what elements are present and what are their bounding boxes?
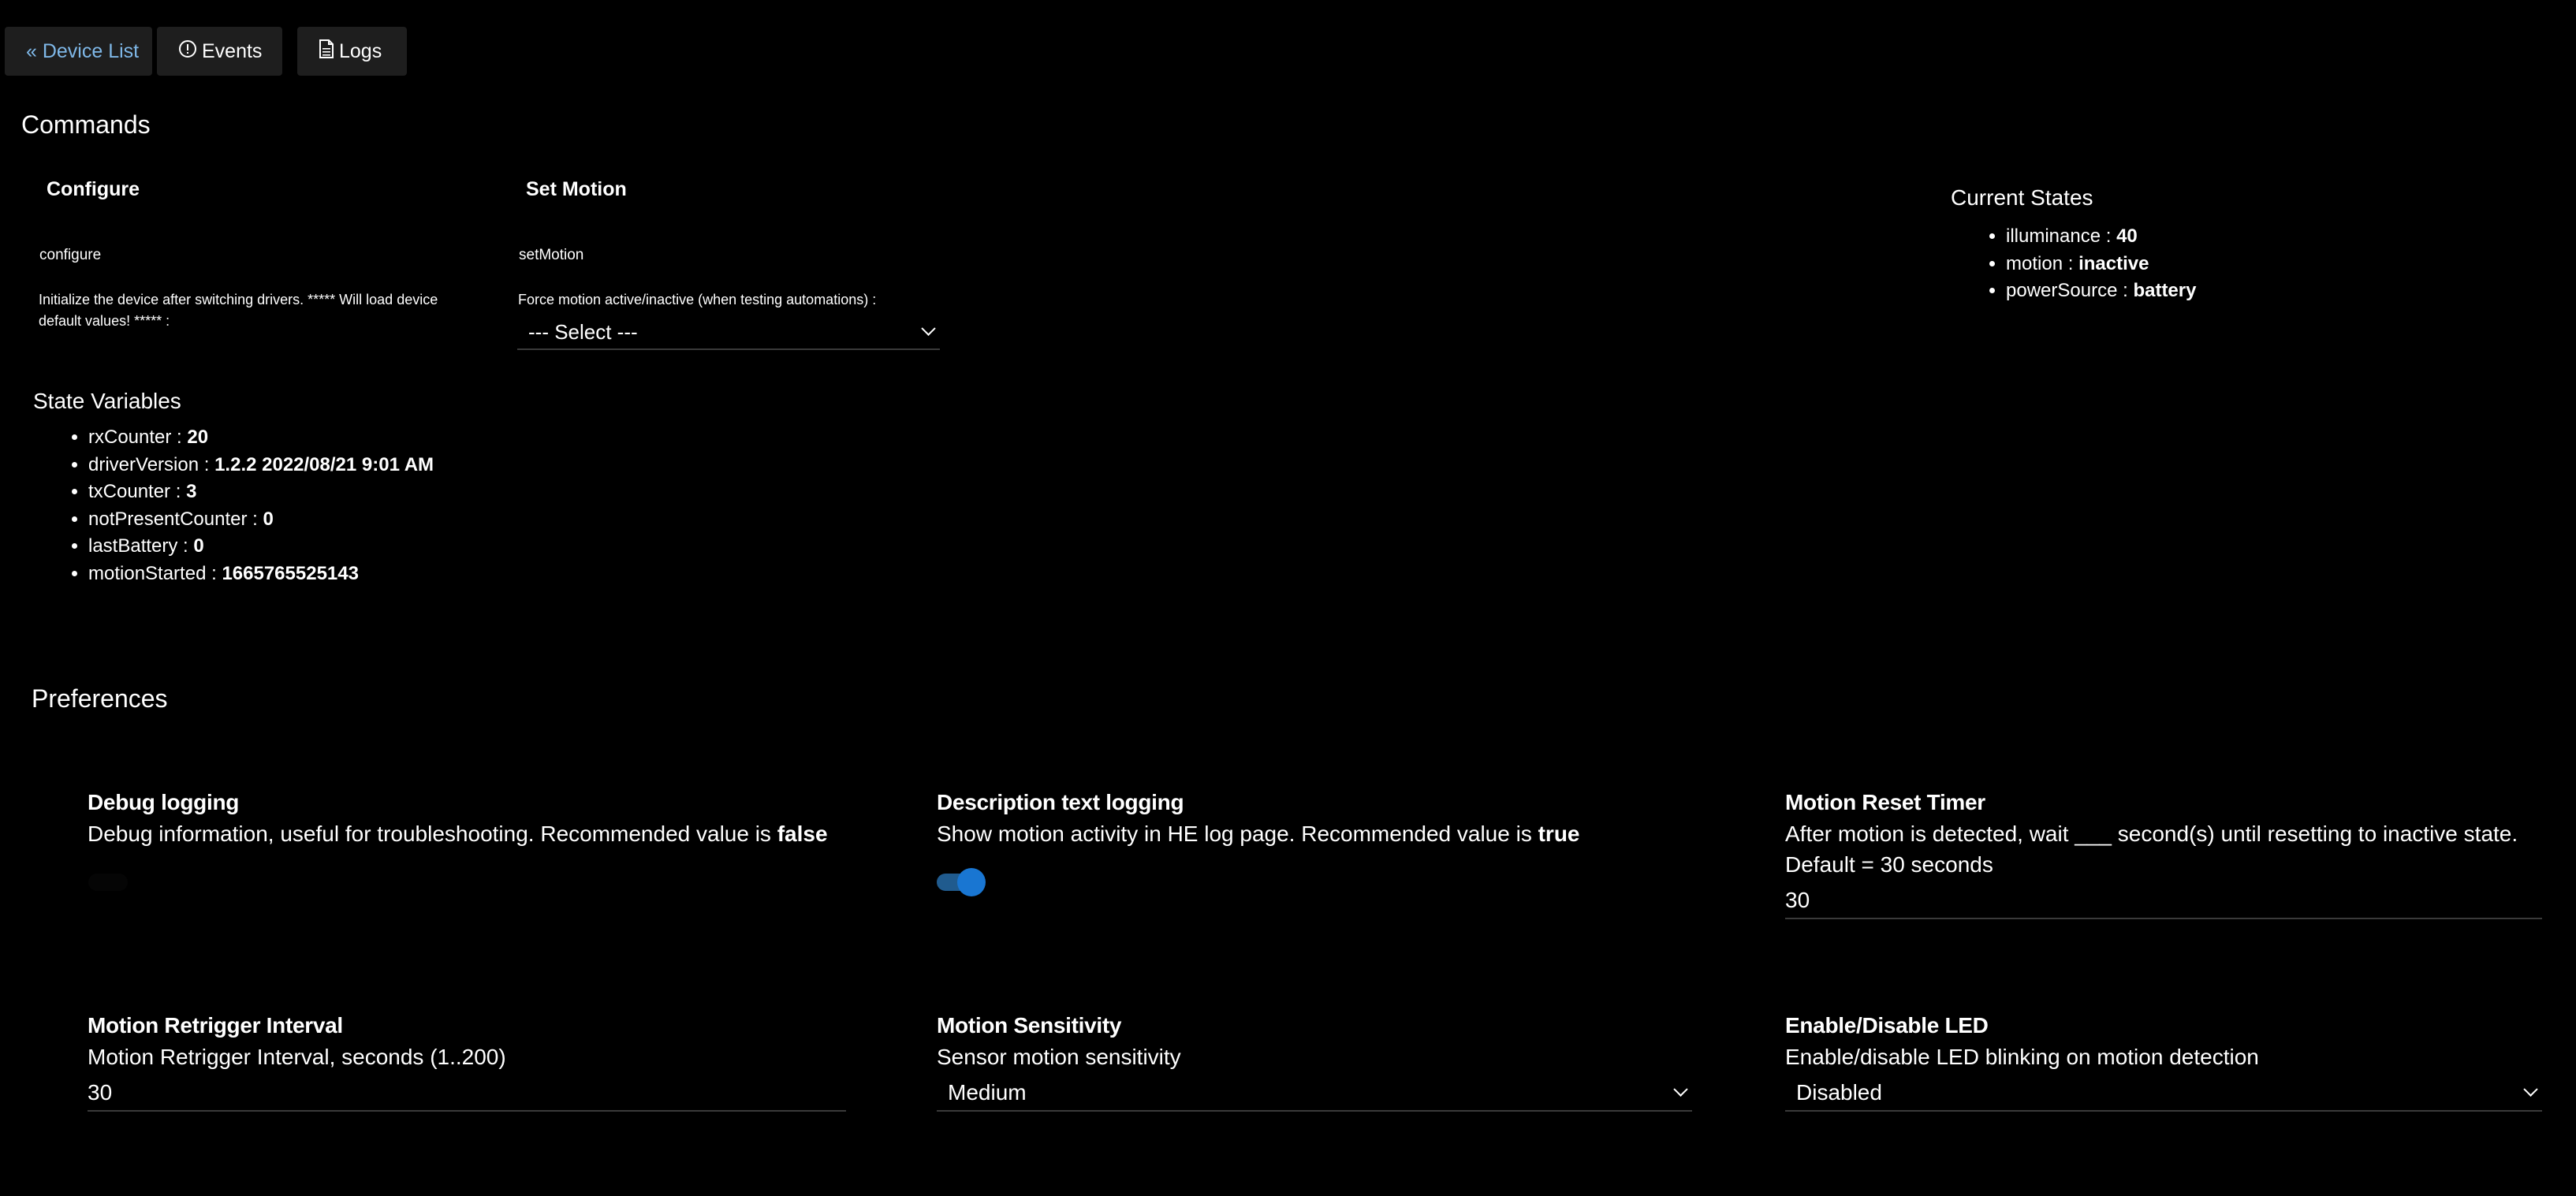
events-label: Events bbox=[202, 40, 263, 62]
motion-sensitivity-select[interactable]: Medium bbox=[937, 1074, 1692, 1112]
motion-reset-timer-default: Default = 30 seconds bbox=[1785, 852, 1993, 877]
list-item: motion : inactive bbox=[2006, 251, 2196, 278]
list-item: illuminance : 40 bbox=[2006, 223, 2196, 251]
command-configure: Configure bbox=[38, 178, 479, 201]
configure-command-name: configure bbox=[39, 247, 102, 263]
debug-logging-description: Debug information, useful for troublesho… bbox=[88, 822, 828, 846]
motion-reset-timer-input[interactable]: 30 bbox=[1785, 881, 2542, 919]
motion-reset-timer-description: After motion is detected, wait ___ secon… bbox=[1785, 822, 2518, 846]
set-motion-select[interactable]: --- Select --- bbox=[517, 314, 940, 350]
description-text-logging-toggle[interactable] bbox=[937, 868, 986, 896]
enable-disable-led-value: Disabled bbox=[1796, 1080, 1882, 1105]
info-icon bbox=[178, 28, 197, 76]
state-variables-heading: State Variables bbox=[33, 389, 181, 413]
description-text-logging-description: Show motion activity in HE log page. Rec… bbox=[937, 822, 1580, 846]
debug-logging-toggle[interactable] bbox=[88, 868, 137, 896]
list-item: powerSource : battery bbox=[2006, 278, 2196, 305]
list-item: rxCounter : 20 bbox=[88, 424, 434, 452]
document-icon bbox=[319, 28, 334, 76]
chevron-down-icon bbox=[2523, 1082, 2538, 1097]
commands-heading: Commands bbox=[21, 110, 151, 139]
list-item: driverVersion : 1.2.2 2022/08/21 9:01 AM bbox=[88, 452, 434, 479]
enable-disable-led-select[interactable]: Disabled bbox=[1785, 1074, 2542, 1112]
set-motion-button[interactable]: Set Motion bbox=[526, 178, 627, 201]
list-item: notPresentCounter : 0 bbox=[88, 506, 434, 534]
state-variables-list: rxCounter : 20 driverVersion : 1.2.2 202… bbox=[33, 424, 434, 587]
motion-retrigger-interval-title: Motion Retrigger Interval bbox=[88, 1013, 343, 1038]
description-text-logging-title: Description text logging bbox=[937, 790, 1184, 814]
motion-sensitivity-description: Sensor motion sensitivity bbox=[937, 1045, 1181, 1069]
toggle-knob bbox=[957, 868, 986, 896]
events-button[interactable]: Events bbox=[157, 27, 282, 76]
motion-reset-timer-title: Motion Reset Timer bbox=[1785, 790, 1985, 814]
list-item: txCounter : 3 bbox=[88, 479, 434, 506]
debug-logging-title: Debug logging bbox=[88, 790, 240, 814]
chevron-down-icon bbox=[921, 321, 936, 336]
recommended-value: false bbox=[777, 822, 828, 846]
recommended-value: true bbox=[1538, 822, 1580, 846]
logs-button[interactable]: Logs bbox=[297, 27, 407, 76]
set-motion-description: Force motion active/inactive (when testi… bbox=[518, 292, 877, 307]
configure-description: Initialize the device after switching dr… bbox=[39, 292, 438, 329]
chevron-down-icon bbox=[1673, 1082, 1688, 1097]
motion-sensitivity-value: Medium bbox=[948, 1080, 1027, 1105]
list-item: lastBattery : 0 bbox=[88, 533, 434, 561]
motion-retrigger-interval-input[interactable]: 30 bbox=[88, 1074, 846, 1112]
motion-retrigger-interval-description: Motion Retrigger Interval, seconds (1..2… bbox=[88, 1045, 506, 1069]
motion-sensitivity-title: Motion Sensitivity bbox=[937, 1013, 1122, 1038]
list-item: motionStarted : 1665765525143 bbox=[88, 561, 434, 588]
set-motion-command-name: setMotion bbox=[519, 247, 584, 263]
set-motion-select-value: --- Select --- bbox=[528, 320, 638, 344]
current-states-list: illuminance : 40 motion : inactive power… bbox=[1951, 223, 2196, 305]
enable-disable-led-title: Enable/Disable LED bbox=[1785, 1013, 1989, 1038]
current-states-heading: Current States bbox=[1951, 185, 2093, 210]
logs-label: Logs bbox=[339, 40, 382, 62]
preferences-heading: Preferences bbox=[32, 684, 168, 713]
enable-disable-led-description: Enable/disable LED blinking on motion de… bbox=[1785, 1045, 2259, 1069]
device-list-button[interactable]: « Device List bbox=[5, 27, 152, 76]
configure-button[interactable]: Configure bbox=[47, 178, 479, 201]
